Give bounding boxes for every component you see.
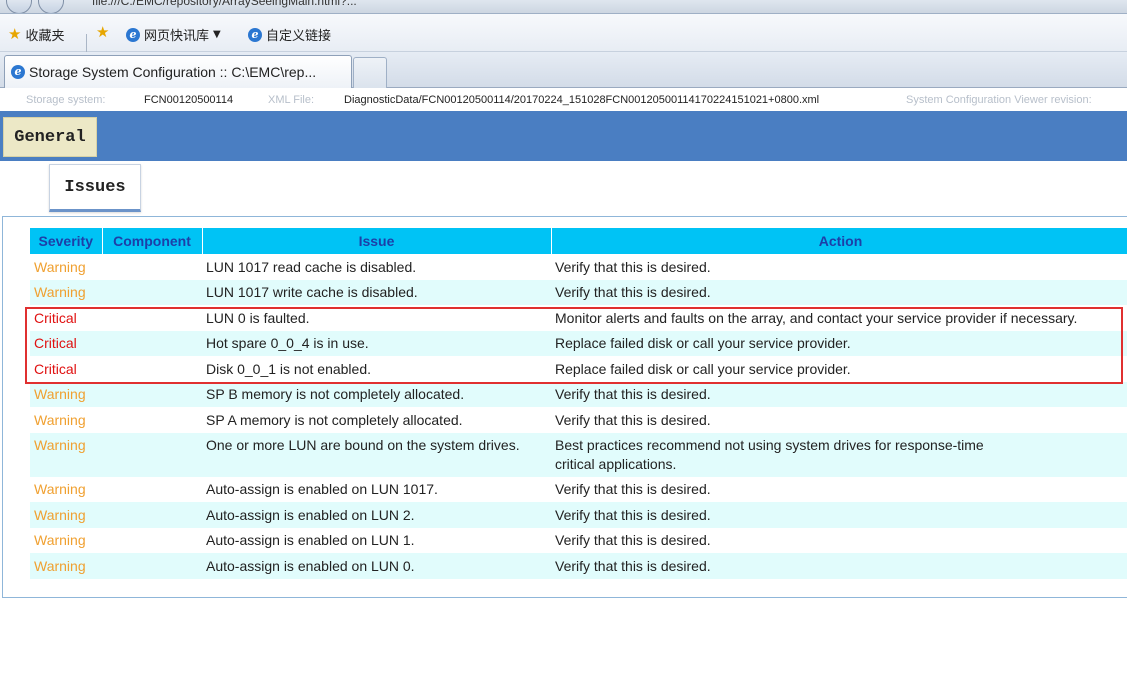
issue-cell: Hot spare 0_0_4 is in use. — [202, 330, 551, 356]
table-row: Warning SP A memory is not completely al… — [30, 407, 1127, 433]
table-row: Warning SP B memory is not completely al… — [30, 381, 1127, 407]
action-cell: Replace failed disk or call your service… — [551, 330, 1127, 356]
action-cell: Verify that this is desired. — [551, 502, 1127, 528]
favorites-item-label: 自定义链接 — [266, 29, 332, 44]
table-row: Critical Hot spare 0_0_4 is in use. Repl… — [30, 330, 1127, 356]
action-cell: Monitor alerts and faults on the array, … — [551, 305, 1127, 331]
component-cell — [102, 381, 202, 407]
action-cell: Replace failed disk or call your service… — [551, 356, 1127, 382]
action-cell: Verify that this is desired. — [551, 407, 1127, 433]
issue-cell: LUN 0 is faulted. — [202, 305, 551, 331]
add-favorite-button[interactable]: ★ — [96, 25, 109, 40]
severity-cell: Warning — [30, 476, 102, 502]
table-header-row: Severity Component Issue Action — [30, 228, 1127, 254]
tab-issues[interactable]: Issues — [49, 164, 141, 212]
action-cell: Verify that this is desired. — [551, 476, 1127, 502]
issue-cell: Disk 0_0_1 is not enabled. — [202, 356, 551, 382]
viewer-revision-label: System Configuration Viewer revision: — [906, 94, 1092, 106]
component-cell — [102, 527, 202, 553]
favorites-button[interactable]: ★ 收藏夹 — [8, 25, 65, 45]
issue-cell: Auto-assign is enabled on LUN 0. — [202, 553, 551, 579]
severity-cell: Warning — [30, 502, 102, 528]
component-cell — [102, 279, 202, 305]
table-row: Warning LUN 1017 read cache is disabled.… — [30, 254, 1127, 280]
star-icon: ★ — [8, 25, 22, 43]
issue-cell: SP B memory is not completely allocated. — [202, 381, 551, 407]
issue-cell: Auto-assign is enabled on LUN 1017. — [202, 476, 551, 502]
severity-cell: Critical — [30, 305, 102, 331]
action-cell: Verify that this is desired. — [551, 254, 1127, 280]
action-cell: Best practices recommend not using syste… — [551, 432, 1127, 477]
severity-cell: Warning — [30, 381, 102, 407]
severity-cell: Warning — [30, 407, 102, 433]
storage-system-label: Storage system: — [26, 94, 106, 106]
new-tab-button[interactable] — [353, 57, 387, 88]
table-row: Warning Auto-assign is enabled on LUN 1.… — [30, 527, 1127, 553]
back-button[interactable] — [6, 0, 32, 13]
column-header-action[interactable]: Action — [551, 228, 1127, 254]
forward-button[interactable] — [38, 0, 64, 13]
favorites-item-webslice[interactable]: e 网页快讯库 ▼ — [126, 25, 221, 44]
tab-general[interactable]: General — [3, 117, 97, 157]
favorites-label: 收藏夹 — [25, 29, 65, 44]
tab-title: Storage System Configuration :: C:\EMC\r… — [29, 64, 317, 80]
component-cell — [102, 407, 202, 433]
browser-tab-active[interactable]: e Storage System Configuration :: C:\EMC… — [4, 55, 352, 88]
issue-cell: Auto-assign is enabled on LUN 1. — [202, 527, 551, 553]
divider — [86, 34, 87, 54]
table-row: Critical Disk 0_0_1 is not enabled. Repl… — [30, 356, 1127, 382]
address-bar: file:///C:/EMC/repository/ArraySeeingMai… — [0, 0, 1127, 14]
browser-tab-bar: e Storage System Configuration :: C:\EMC… — [0, 52, 1127, 88]
xml-file-label: XML File: — [268, 94, 315, 106]
component-cell — [102, 330, 202, 356]
issue-cell: LUN 1017 write cache is disabled. — [202, 279, 551, 305]
column-header-severity[interactable]: Severity — [30, 228, 103, 254]
component-cell — [102, 305, 202, 331]
table-row: Warning Auto-assign is enabled on LUN 2.… — [30, 502, 1127, 528]
component-cell — [102, 254, 202, 280]
favorites-item-label: 网页快讯库 — [144, 29, 210, 44]
ie-icon: e — [11, 65, 25, 79]
chevron-down-icon: ▼ — [213, 29, 221, 40]
add-favorite-icon: ★ — [96, 23, 110, 41]
component-cell — [102, 432, 202, 477]
favorites-bar: ★ 收藏夹 ★ e 网页快讯库 ▼ e 自定义链接 — [0, 14, 1127, 54]
ie-icon: e — [126, 27, 140, 42]
table-row: Critical LUN 0 is faulted. Monitor alert… — [30, 305, 1127, 331]
column-header-component[interactable]: Component — [102, 228, 203, 254]
storage-system-value: FCN00120500114 — [144, 94, 234, 106]
severity-cell: Warning — [30, 254, 102, 280]
table-row: Warning One or more LUN are bound on the… — [30, 432, 1127, 477]
issue-cell: One or more LUN are bound on the system … — [202, 432, 551, 477]
xml-file-value: DiagnosticData/FCN00120500114/20170224_1… — [344, 94, 820, 106]
severity-cell: Warning — [30, 553, 102, 579]
component-cell — [102, 476, 202, 502]
severity-cell: Warning — [30, 432, 102, 477]
action-cell: Verify that this is desired. — [551, 527, 1127, 553]
component-cell — [102, 356, 202, 382]
severity-cell: Critical — [30, 356, 102, 382]
table-row: Warning LUN 1017 write cache is disabled… — [30, 279, 1127, 305]
severity-cell: Critical — [30, 330, 102, 356]
action-cell: Verify that this is desired. — [551, 381, 1127, 407]
table-row: Warning Auto-assign is enabled on LUN 10… — [30, 476, 1127, 502]
column-header-issue[interactable]: Issue — [202, 228, 552, 254]
address-url[interactable]: file:///C:/EMC/repository/ArraySeeingMai… — [92, 0, 357, 8]
table-row: Warning Auto-assign is enabled on LUN 0.… — [30, 553, 1127, 579]
severity-cell: Warning — [30, 279, 102, 305]
issue-cell: Auto-assign is enabled on LUN 2. — [202, 502, 551, 528]
ie-icon: e — [248, 27, 262, 42]
component-cell — [102, 553, 202, 579]
favorites-item-custom-links[interactable]: e 自定义链接 — [248, 25, 331, 44]
action-cell: Verify that this is desired. — [551, 279, 1127, 305]
severity-cell: Warning — [30, 527, 102, 553]
issue-cell: SP A memory is not completely allocated. — [202, 407, 551, 433]
action-cell: Verify that this is desired. — [551, 553, 1127, 579]
top-nav-band: General — [0, 111, 1127, 161]
component-cell — [102, 502, 202, 528]
issue-cell: LUN 1017 read cache is disabled. — [202, 254, 551, 280]
issues-table: Severity Component Issue Action Warning … — [30, 228, 1127, 579]
info-strip: Storage system: FCN00120500114 XML File:… — [0, 89, 1127, 111]
